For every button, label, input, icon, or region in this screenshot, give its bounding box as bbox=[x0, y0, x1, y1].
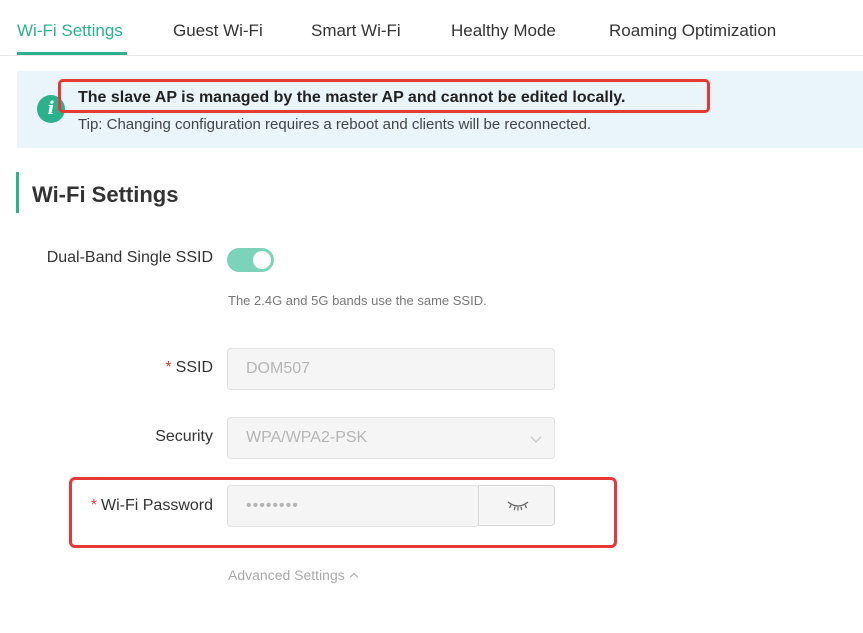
tab-roaming-optimization[interactable]: Roaming Optimization bbox=[609, 21, 776, 41]
dual-band-toggle[interactable] bbox=[227, 248, 274, 272]
ssid-input[interactable]: DOM507 bbox=[227, 348, 555, 390]
tab-healthy-mode[interactable]: Healthy Mode bbox=[451, 21, 556, 41]
security-select-value: WPA/WPA2-PSK bbox=[246, 429, 368, 446]
dual-band-hint: The 2.4G and 5G bands use the same SSID. bbox=[228, 293, 487, 308]
chevron-up-icon bbox=[349, 572, 358, 582]
active-tab-indicator bbox=[17, 52, 127, 55]
section-title: Wi-Fi Settings bbox=[32, 182, 179, 207]
advanced-settings-link[interactable]: Advanced Settings bbox=[228, 567, 358, 583]
security-label: Security bbox=[155, 428, 213, 445]
required-mark: * bbox=[165, 359, 172, 376]
toggle-knob bbox=[253, 251, 271, 269]
advanced-settings-label: Advanced Settings bbox=[228, 567, 345, 583]
tab-guest-wifi[interactable]: Guest Wi-Fi bbox=[173, 21, 263, 41]
security-select[interactable]: WPA/WPA2-PSK bbox=[227, 417, 555, 459]
wifi-settings-page: Wi-Fi Settings Guest Wi-Fi Smart Wi-Fi H… bbox=[0, 0, 863, 633]
dual-band-label: Dual-Band Single SSID bbox=[46, 249, 213, 266]
tab-wifi-settings[interactable]: Wi-Fi Settings bbox=[17, 21, 123, 41]
tab-bar: Wi-Fi Settings Guest Wi-Fi Smart Wi-Fi H… bbox=[0, 0, 863, 56]
highlight-box-banner-title bbox=[58, 79, 710, 113]
tab-smart-wifi[interactable]: Smart Wi-Fi bbox=[311, 21, 401, 41]
highlight-box-password bbox=[69, 477, 617, 548]
banner-tip: Tip: Changing configuration requires a r… bbox=[78, 116, 592, 133]
ssid-label-text: SSID bbox=[175, 359, 213, 376]
section-accent-bar bbox=[16, 172, 19, 213]
ssid-label: * SSID bbox=[165, 359, 213, 377]
chevron-down-icon bbox=[530, 431, 542, 443]
